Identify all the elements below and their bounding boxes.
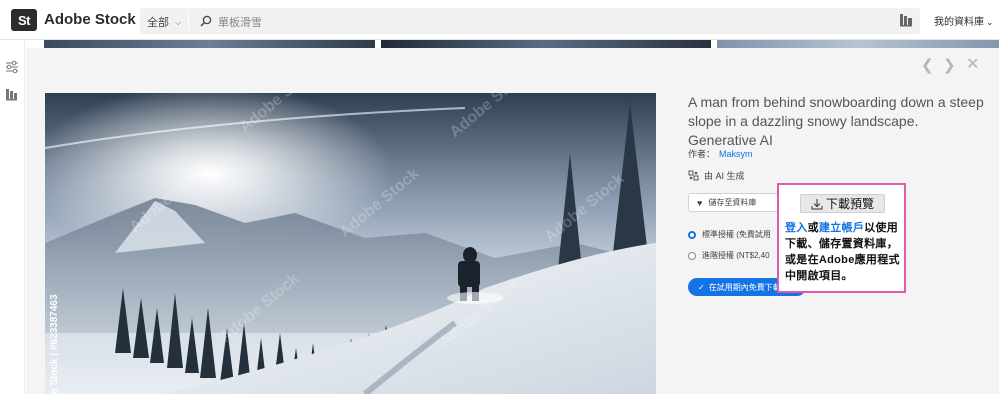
top-bar: St Adobe Stock 全部 ⌵ 單板滑雪 我的資料庫 ⌄ [0,0,999,40]
library-icon[interactable] [5,88,19,102]
search-scope-dropdown[interactable]: 全部 ⌵ [147,14,181,30]
free-trial-download-label: 在試用期內免費下載 [708,282,781,292]
search-divider [188,11,189,31]
search-scope-label: 全部 [147,17,169,29]
left-rail [0,40,25,394]
brand-name[interactable]: Adobe Stock [44,11,136,28]
heart-icon: ♥ [697,197,703,208]
create-account-link[interactable]: 建立帳戶 [819,222,864,234]
ai-generated-badge: 由 AI 生成 [688,169,745,182]
login-link[interactable]: 登入 [785,222,808,234]
thumbnail[interactable] [381,40,711,48]
thumbnail[interactable] [717,40,999,48]
radio-selected[interactable] [688,230,696,239]
save-to-library-label: 儲存至資料庫 [708,198,757,207]
save-to-library-button[interactable]: ♥ 儲存至資料庫 [688,193,788,212]
my-library-label: 我的資料庫 [934,17,984,28]
previous-arrow-icon[interactable]: ❮ [921,56,934,74]
adobe-stock-logo[interactable]: St [11,9,37,31]
search-input[interactable]: 單板滑雪 [218,14,262,30]
popup-message: 登入或建立帳戶以使用下載、儲存置資料庫，或是在Adobe應用程式中開啟項目。 [785,220,903,284]
ai-sparkle-icon [688,170,699,181]
popup-or: 或 [807,222,819,234]
license-extended-label: 進階授權 (NT$2,40 [702,251,770,260]
author-link[interactable]: Maksym [719,149,753,159]
download-preview-button[interactable]: 下載預覽 [800,194,885,213]
thumbnail[interactable] [44,40,375,48]
chevron-down-icon: ⌵ [175,18,182,27]
asset-id-watermark: e Stock | #623387463 [49,294,60,394]
next-arrow-icon[interactable]: ❯ [943,56,956,74]
license-standard-option[interactable]: 標準授權 (免費試用 [688,229,771,240]
author-prefix: 作者： [688,149,716,159]
chevron-down-icon: ⌄ [986,17,994,27]
author-line: 作者： Maksym [688,147,753,160]
close-icon[interactable]: ✕ [966,54,979,74]
license-extended-option[interactable]: 進階授權 (NT$2,40 [688,250,770,261]
radio-unselected[interactable] [688,251,696,260]
library-icon[interactable] [898,12,914,28]
preview-image[interactable]: Adobe Stock Adobe Stock Adobe Stock Adob… [45,93,656,394]
cart-icon: ✓ [698,282,705,292]
search-icon[interactable] [200,15,212,27]
license-standard-label: 標準授權 (免費試用 [702,230,771,239]
download-icon [811,198,823,209]
ai-generated-label: 由 AI 生成 [704,171,745,181]
search-bar: 全部 ⌵ 單板滑雪 [140,8,920,34]
filter-icon[interactable] [4,59,20,75]
thumbnail-strip [44,40,999,48]
download-preview-popup: 下載預覽 登入或建立帳戶以使用下載、儲存置資料庫，或是在Adobe應用程式中開啟… [777,183,906,293]
my-library-menu[interactable]: 我的資料庫 ⌄ [934,13,994,28]
download-preview-label: 下載預覽 [825,197,874,211]
asset-title: A man from behind snowboarding down a st… [688,94,984,148]
